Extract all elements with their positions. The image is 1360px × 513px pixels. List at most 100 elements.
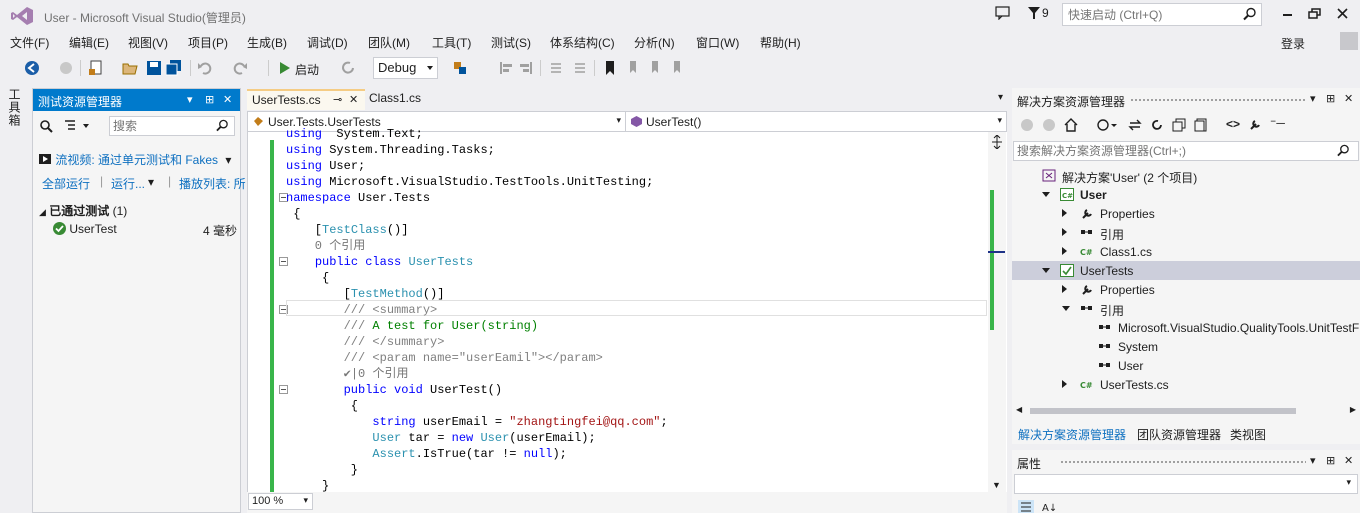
code-line[interactable]: } xyxy=(286,462,986,478)
save-all-icon[interactable] xyxy=(166,60,182,76)
zoom-select[interactable]: 100 % ▾ xyxy=(248,493,313,510)
open-file-icon[interactable] xyxy=(122,60,138,76)
next-bookmark-icon[interactable] xyxy=(646,60,662,76)
navigate-forward-icon[interactable] xyxy=(58,60,74,76)
collapsed-triangle-icon[interactable] xyxy=(1062,209,1067,217)
refresh-icon[interactable] xyxy=(1150,118,1164,132)
code-line[interactable]: /// A test for User(string) xyxy=(286,318,986,334)
expanded-triangle-icon[interactable] xyxy=(1042,268,1050,273)
preview-icon[interactable]: ⁻─ xyxy=(1270,116,1285,130)
menu-build[interactable]: 生成(B) xyxy=(247,34,287,51)
stream-video-link[interactable]: 流视频: 通过单元测试和 Fakes ▾ xyxy=(38,151,231,168)
new-project-icon[interactable] xyxy=(88,60,104,76)
configuration-select[interactable]: Debug xyxy=(373,57,438,79)
code-line[interactable]: using User; xyxy=(286,158,986,174)
scroll-left-icon[interactable]: ◀ xyxy=(1016,405,1022,414)
redo-icon[interactable] xyxy=(232,60,248,76)
group-by-icon[interactable] xyxy=(39,118,55,134)
code-line[interactable]: User tar = new User(userEmail); xyxy=(286,430,986,446)
code-text[interactable]: using System.Text; using System.Threading… xyxy=(286,126,986,494)
code-line[interactable]: Assert.IsTrue(tar != null); xyxy=(286,446,986,462)
code-line[interactable]: using Microsoft.VisualStudio.TestTools.U… xyxy=(286,174,986,190)
test-search-box[interactable] xyxy=(109,116,235,136)
home-icon[interactable] xyxy=(1064,118,1078,132)
code-line[interactable]: ✔|0 个引用 xyxy=(286,366,986,382)
tree-item[interactable]: 引用 xyxy=(1012,223,1360,242)
scroll-right-icon[interactable]: ▶ xyxy=(1350,405,1356,414)
scrollbar-thumb[interactable] xyxy=(1030,408,1296,414)
stream-video-text[interactable]: 流视频: 通过单元测试和 Fakes xyxy=(55,153,218,167)
tab-solution-explorer[interactable]: 解决方案资源管理器 xyxy=(1018,426,1126,443)
save-icon[interactable] xyxy=(146,60,162,76)
tree-item[interactable]: Properties xyxy=(1012,204,1360,223)
align-left-icon[interactable] xyxy=(498,60,514,76)
search-icon[interactable] xyxy=(1337,144,1350,157)
menu-tools[interactable]: 工具(T) xyxy=(432,34,471,51)
menu-file[interactable]: 文件(F) xyxy=(10,34,49,51)
view-code-icon[interactable]: <> xyxy=(1226,117,1240,131)
collapsed-triangle-icon[interactable] xyxy=(1062,247,1067,255)
tab-usertests-cs[interactable]: UserTests.cs ⊸ ✕ xyxy=(247,89,365,110)
scroll-down-icon[interactable]: ▼ xyxy=(992,480,1001,490)
code-line[interactable]: { xyxy=(286,398,986,414)
refresh-icon[interactable] xyxy=(340,60,356,76)
panel-menu-icon[interactable]: ▾ xyxy=(1310,92,1316,105)
close-icon[interactable]: ✕ xyxy=(1344,454,1353,467)
expanded-triangle-icon[interactable] xyxy=(1062,306,1070,311)
tree-item[interactable]: 解决方案'User' (2 个项目) xyxy=(1012,166,1360,185)
menu-analyze[interactable]: 分析(N) xyxy=(634,34,675,51)
sync-icon[interactable] xyxy=(1128,118,1142,132)
collapsed-triangle-icon[interactable] xyxy=(1062,380,1067,388)
code-line[interactable]: [TestClass()] xyxy=(286,222,986,238)
solution-search-box[interactable] xyxy=(1013,141,1359,161)
menu-help[interactable]: 帮助(H) xyxy=(760,34,801,51)
collapse-all-icon[interactable] xyxy=(1172,118,1186,132)
find-in-files-icon[interactable] xyxy=(452,60,468,76)
pending-changes-icon[interactable] xyxy=(1096,118,1118,132)
menu-team[interactable]: 团队(M) xyxy=(368,34,410,51)
close-icon[interactable]: ✕ xyxy=(349,93,358,106)
back-icon[interactable] xyxy=(1020,118,1034,132)
passed-tests-group[interactable]: ◢ 已通过测试 (1) xyxy=(39,202,127,219)
code-line[interactable]: public void UserTest() xyxy=(286,382,986,398)
tree-item[interactable]: C# UserTests.cs xyxy=(1012,375,1360,394)
tree-item[interactable]: 引用 xyxy=(1012,299,1360,318)
undo-icon[interactable] xyxy=(197,60,213,76)
start-debug-icon[interactable] xyxy=(277,60,293,76)
forward-icon[interactable] xyxy=(1042,118,1056,132)
code-line[interactable]: using System.Text; xyxy=(286,126,986,142)
code-line[interactable]: using System.Threading.Tasks; xyxy=(286,142,986,158)
avatar[interactable] xyxy=(1340,32,1358,50)
previous-bookmark-icon[interactable] xyxy=(624,60,640,76)
horizontal-scrollbar[interactable]: ◀ ▶ xyxy=(1016,405,1356,416)
test-search-input[interactable] xyxy=(110,117,210,135)
code-line[interactable]: { xyxy=(286,270,986,286)
properties-object-select[interactable]: ▾ xyxy=(1014,474,1358,494)
tab-class1-cs[interactable]: Class1.cs xyxy=(369,91,421,105)
clear-bookmarks-icon[interactable] xyxy=(668,60,684,76)
notification-filter-icon[interactable] xyxy=(1028,7,1040,19)
tab-team-explorer[interactable]: 团队资源管理器 xyxy=(1137,426,1221,443)
code-line[interactable]: string userEmail = "zhangtingfei@qq.com"… xyxy=(286,414,986,430)
split-icon[interactable] xyxy=(991,135,1003,149)
properties-wrench-icon[interactable] xyxy=(1248,118,1262,132)
close-window-button[interactable] xyxy=(1330,4,1356,24)
categorized-icon[interactable] xyxy=(1018,500,1034,513)
expanded-triangle-icon[interactable] xyxy=(1042,192,1050,197)
menu-debug[interactable]: 调试(D) xyxy=(307,34,348,51)
test-row[interactable]: UserTest 4 毫秒 xyxy=(53,222,239,238)
notification-count[interactable]: 9 xyxy=(1042,6,1049,20)
code-line[interactable]: public class UserTests xyxy=(286,254,986,270)
menu-edit[interactable]: 编辑(E) xyxy=(69,34,109,51)
pin-icon[interactable]: ⊸ xyxy=(333,93,342,106)
code-line[interactable]: /// <param name="userEamil"></param> xyxy=(286,350,986,366)
solution-search-input[interactable] xyxy=(1014,142,1324,160)
tree-item[interactable]: UserTests xyxy=(1012,261,1360,280)
search-icon[interactable] xyxy=(1243,7,1257,21)
menu-test[interactable]: 测试(S) xyxy=(491,34,531,51)
close-icon[interactable]: ✕ xyxy=(1344,92,1353,105)
comment-lines-icon[interactable] xyxy=(548,60,564,76)
menu-window[interactable]: 窗口(W) xyxy=(696,34,739,51)
navigate-back-icon[interactable] xyxy=(24,60,40,76)
bookmark-icon[interactable] xyxy=(602,60,618,76)
